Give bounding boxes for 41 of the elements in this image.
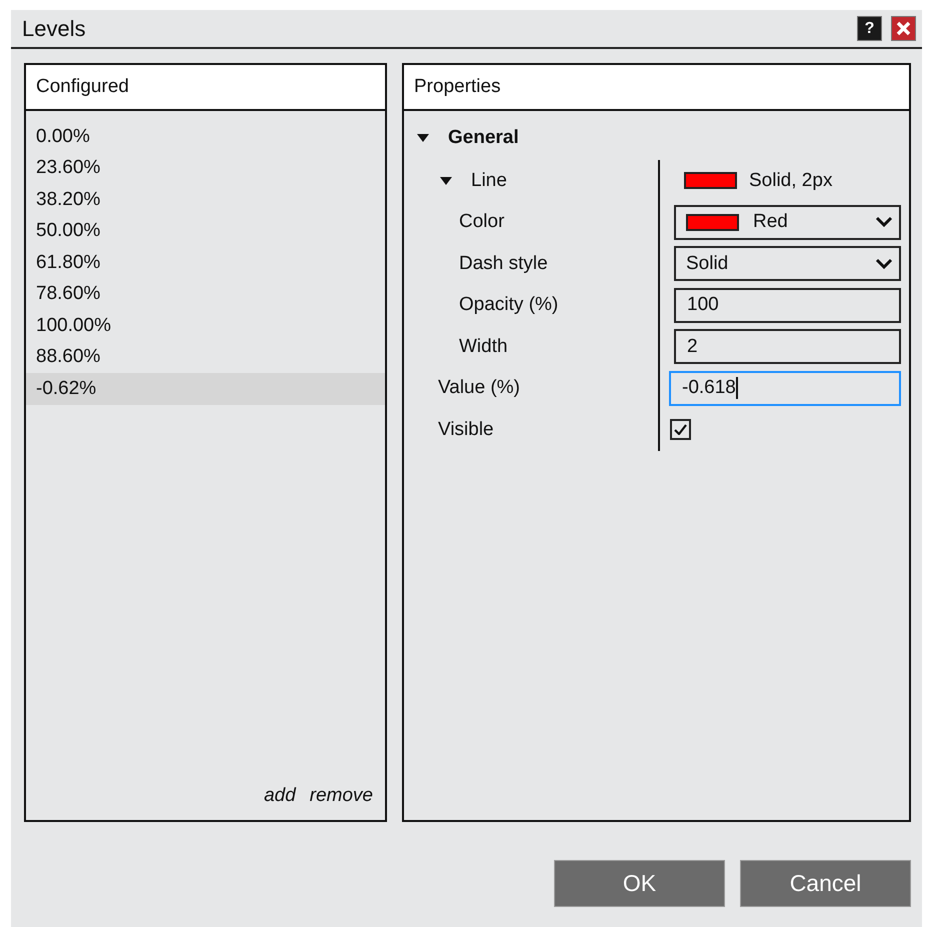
level-item[interactable]: 78.60% xyxy=(26,278,385,310)
close-button[interactable] xyxy=(891,16,916,41)
dropdown[interactable]: Red xyxy=(674,204,901,240)
dialog-button[interactable]: OK xyxy=(554,860,725,907)
level-item[interactable]: 23.60% xyxy=(26,152,385,184)
property-label: Line xyxy=(471,168,507,192)
input-field[interactable]: 2 xyxy=(674,329,901,364)
collapse-caret-icon[interactable] xyxy=(439,176,453,186)
text-link[interactable]: remove xyxy=(310,782,373,810)
level-item[interactable]: -0.62% xyxy=(26,373,385,404)
level-item[interactable]: 38.20% xyxy=(26,184,385,216)
dropdown[interactable]: Solid xyxy=(674,246,901,282)
panel-title: Configured xyxy=(36,74,129,99)
dialog-button[interactable]: Cancel xyxy=(740,860,911,907)
level-item[interactable]: 100.00% xyxy=(26,310,385,342)
checkbox[interactable] xyxy=(670,419,691,440)
chevron-down-icon xyxy=(875,216,893,228)
collapse-caret-icon[interactable] xyxy=(416,133,430,143)
level-item[interactable]: 88.60% xyxy=(26,342,385,373)
input-field[interactable]: 100 xyxy=(674,288,901,323)
level-item[interactable]: 0.00% xyxy=(26,121,385,152)
chevron-down-icon xyxy=(875,258,893,270)
property-label: Visible xyxy=(438,418,494,442)
level-item[interactable]: 50.00% xyxy=(26,216,385,247)
close-icon xyxy=(896,21,911,36)
text-link[interactable]: add xyxy=(264,782,296,810)
property-label: General xyxy=(448,126,519,150)
level-item[interactable]: 61.80% xyxy=(26,247,385,278)
input-field[interactable]: -0.618 xyxy=(669,370,901,406)
property-label: Opacity (%) xyxy=(459,293,558,317)
line-summary: Solid, 2px xyxy=(749,168,832,192)
property-label: Value (%) xyxy=(438,376,520,400)
check-mark-icon xyxy=(674,424,687,436)
dropdown-value: Red xyxy=(753,210,789,234)
dropdown-value: Solid xyxy=(686,252,730,276)
property-label: Width xyxy=(459,334,508,358)
panel-title: Properties xyxy=(414,74,501,99)
help-button[interactable]: ? xyxy=(857,16,882,41)
property-label: Color xyxy=(459,210,504,234)
window-title: Levels xyxy=(22,15,87,43)
property-label: Dash style xyxy=(459,252,548,276)
